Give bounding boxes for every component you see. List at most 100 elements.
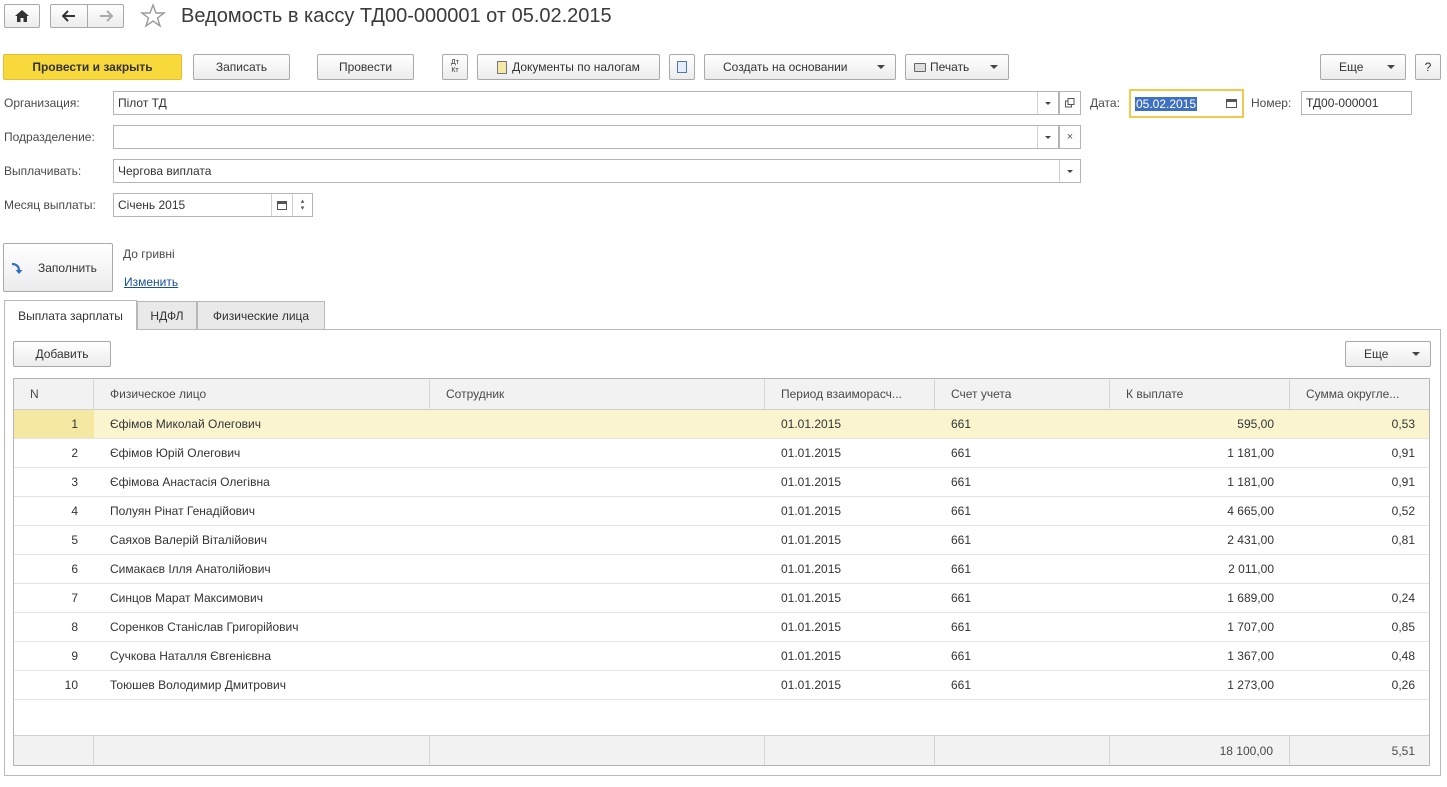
- organization-field[interactable]: Пілот ТД: [113, 91, 1059, 115]
- department-clear-button[interactable]: ×: [1059, 125, 1081, 149]
- create-based-on-label: Создать на основании: [723, 60, 848, 74]
- department-field[interactable]: [113, 125, 1059, 149]
- rounding-cell: [1290, 555, 1429, 583]
- report-icon: [677, 61, 687, 73]
- table-row[interactable]: 6 Симакаєв Ілля Анатолійович 01.01.2015 …: [14, 555, 1429, 584]
- footer-cell: [935, 736, 1110, 765]
- row-number: 5: [71, 533, 78, 547]
- employee-cell: [430, 497, 765, 525]
- dt-kt-icon: Дт Кт: [451, 59, 459, 74]
- rounding-cell: 0,91: [1391, 475, 1415, 489]
- rounding-cell: 0,85: [1391, 620, 1415, 634]
- pay-month-label: Месяц выплаты:: [4, 198, 96, 212]
- date-value-wrap: 05.02.2015: [1131, 96, 1221, 111]
- number-field[interactable]: ТД00-000001: [1301, 91, 1412, 115]
- period-cell: 01.01.2015: [781, 446, 842, 460]
- print-button[interactable]: Печать: [905, 54, 1009, 80]
- table-row[interactable]: 2 Єфімов Юрій Олегович 01.01.2015 661 1 …: [14, 439, 1429, 468]
- create-based-on-button[interactable]: Создать на основании: [704, 54, 896, 80]
- column-header-person[interactable]: Физическое лицо: [94, 379, 430, 409]
- date-field[interactable]: 05.02.2015: [1129, 89, 1244, 118]
- column-header-period[interactable]: Период взаиморасч...: [765, 379, 935, 409]
- chevron-down-icon: [1045, 101, 1051, 105]
- report-button[interactable]: [669, 54, 695, 80]
- total-amount: 18 100,00: [1110, 736, 1290, 765]
- forward-button[interactable]: [87, 4, 124, 28]
- table-header: N Физическое лицо Сотрудник Период взаим…: [14, 379, 1429, 410]
- date-label: Дата:: [1090, 96, 1120, 110]
- tab-salary-payment[interactable]: Выплата зарплаты: [4, 300, 137, 330]
- post-button[interactable]: Провести: [317, 54, 414, 80]
- account-cell: 661: [951, 533, 972, 547]
- row-number: 9: [71, 649, 78, 663]
- row-number: 6: [71, 562, 78, 576]
- home-button[interactable]: [4, 4, 40, 28]
- grid-more-button[interactable]: Еще: [1345, 341, 1431, 367]
- table-row[interactable]: 3 Єфімова Анастасія Олегівна 01.01.2015 …: [14, 468, 1429, 497]
- dropdown-button[interactable]: [1037, 126, 1058, 148]
- change-rounding-link[interactable]: Изменить: [124, 275, 178, 289]
- chevron-down-icon: [1045, 135, 1051, 139]
- stepper-up-icon: ▴: [300, 198, 305, 205]
- chevron-down-icon: [1412, 352, 1420, 356]
- account-cell: 661: [951, 649, 972, 663]
- row-number: 8: [71, 620, 78, 634]
- table-row[interactable]: 7 Синцов Марат Максимович 01.01.2015 661…: [14, 584, 1429, 613]
- add-row-button[interactable]: Добавить: [13, 341, 111, 367]
- organization-value: Пілот ТД: [118, 96, 167, 110]
- account-cell: 661: [951, 591, 972, 605]
- employee-cell: [430, 468, 765, 496]
- dropdown-button[interactable]: [1059, 160, 1080, 182]
- tab-ndfl[interactable]: НДФЛ: [137, 301, 197, 329]
- table-row[interactable]: 5 Саяхов Валерій Віталійович 01.01.2015 …: [14, 526, 1429, 555]
- organization-open-button[interactable]: [1059, 91, 1081, 115]
- column-header-account[interactable]: Счет учета: [935, 379, 1110, 409]
- account-cell: 661: [951, 620, 972, 634]
- favorite-star-icon[interactable]: [139, 3, 167, 29]
- more-button[interactable]: Еще: [1320, 54, 1406, 80]
- pay-type-field[interactable]: Чергова виплата: [113, 159, 1081, 183]
- period-cell: 01.01.2015: [781, 475, 842, 489]
- rounding-cell: 0,53: [1391, 417, 1415, 431]
- tax-documents-label: Документы по налогам: [512, 60, 640, 74]
- table-row[interactable]: 1 Єфімов Миколай Олегович 01.01.2015 661…: [14, 410, 1429, 439]
- employee-cell: [430, 671, 765, 699]
- account-cell: 661: [951, 504, 972, 518]
- pay-type-value: Чергова виплата: [118, 164, 212, 178]
- fill-button[interactable]: Заполнить: [3, 243, 113, 292]
- person-cell: Єфімов Юрій Олегович: [110, 446, 241, 460]
- table-row[interactable]: 4 Полуян Рінат Генадійович 01.01.2015 66…: [14, 497, 1429, 526]
- number-value: ТД00-000001: [1306, 96, 1379, 110]
- dt-kt-button[interactable]: Дт Кт: [442, 54, 468, 80]
- footer-cell: [94, 736, 430, 765]
- close-icon: ×: [1066, 131, 1074, 143]
- table-row[interactable]: 9 Сучкова Наталля Євгенієвна 01.01.2015 …: [14, 642, 1429, 671]
- column-header-n[interactable]: N: [14, 379, 94, 409]
- arrow-left-icon: [62, 10, 75, 22]
- payments-table: N Физическое лицо Сотрудник Период взаим…: [13, 378, 1430, 766]
- help-button[interactable]: ?: [1415, 54, 1441, 80]
- period-cell: 01.01.2015: [781, 417, 842, 431]
- column-header-amount[interactable]: К выплате: [1110, 379, 1290, 409]
- table-row[interactable]: 8 Соренков Станіслав Григорійович 01.01.…: [14, 613, 1429, 642]
- back-button[interactable]: [50, 4, 88, 28]
- rounding-text: До гривні: [123, 247, 175, 261]
- pay-month-field[interactable]: Січень 2015 ▴ ▾: [113, 193, 313, 217]
- post-and-close-button[interactable]: Провести и закрыть: [3, 54, 182, 80]
- column-header-rounding[interactable]: Сумма округле...: [1290, 379, 1429, 409]
- footer-cell: [765, 736, 935, 765]
- dropdown-button[interactable]: [1037, 92, 1058, 114]
- calendar-button[interactable]: [1221, 91, 1242, 116]
- tax-documents-button[interactable]: Документы по налогам: [477, 54, 660, 80]
- department-label: Подразделение:: [4, 130, 95, 144]
- employee-cell: [430, 642, 765, 670]
- rounding-cell: 0,81: [1391, 533, 1415, 547]
- calendar-button[interactable]: [271, 194, 292, 216]
- person-cell: Полуян Рінат Генадійович: [110, 504, 255, 518]
- tab-individuals[interactable]: Физические лица: [197, 301, 325, 329]
- pay-month-value: Січень 2015: [118, 198, 186, 212]
- table-row[interactable]: 10 Тоюшев Володимир Дмитрович 01.01.2015…: [14, 671, 1429, 700]
- save-button[interactable]: Записать: [193, 54, 290, 80]
- column-header-employee[interactable]: Сотрудник: [430, 379, 765, 409]
- month-stepper[interactable]: ▴ ▾: [292, 194, 312, 216]
